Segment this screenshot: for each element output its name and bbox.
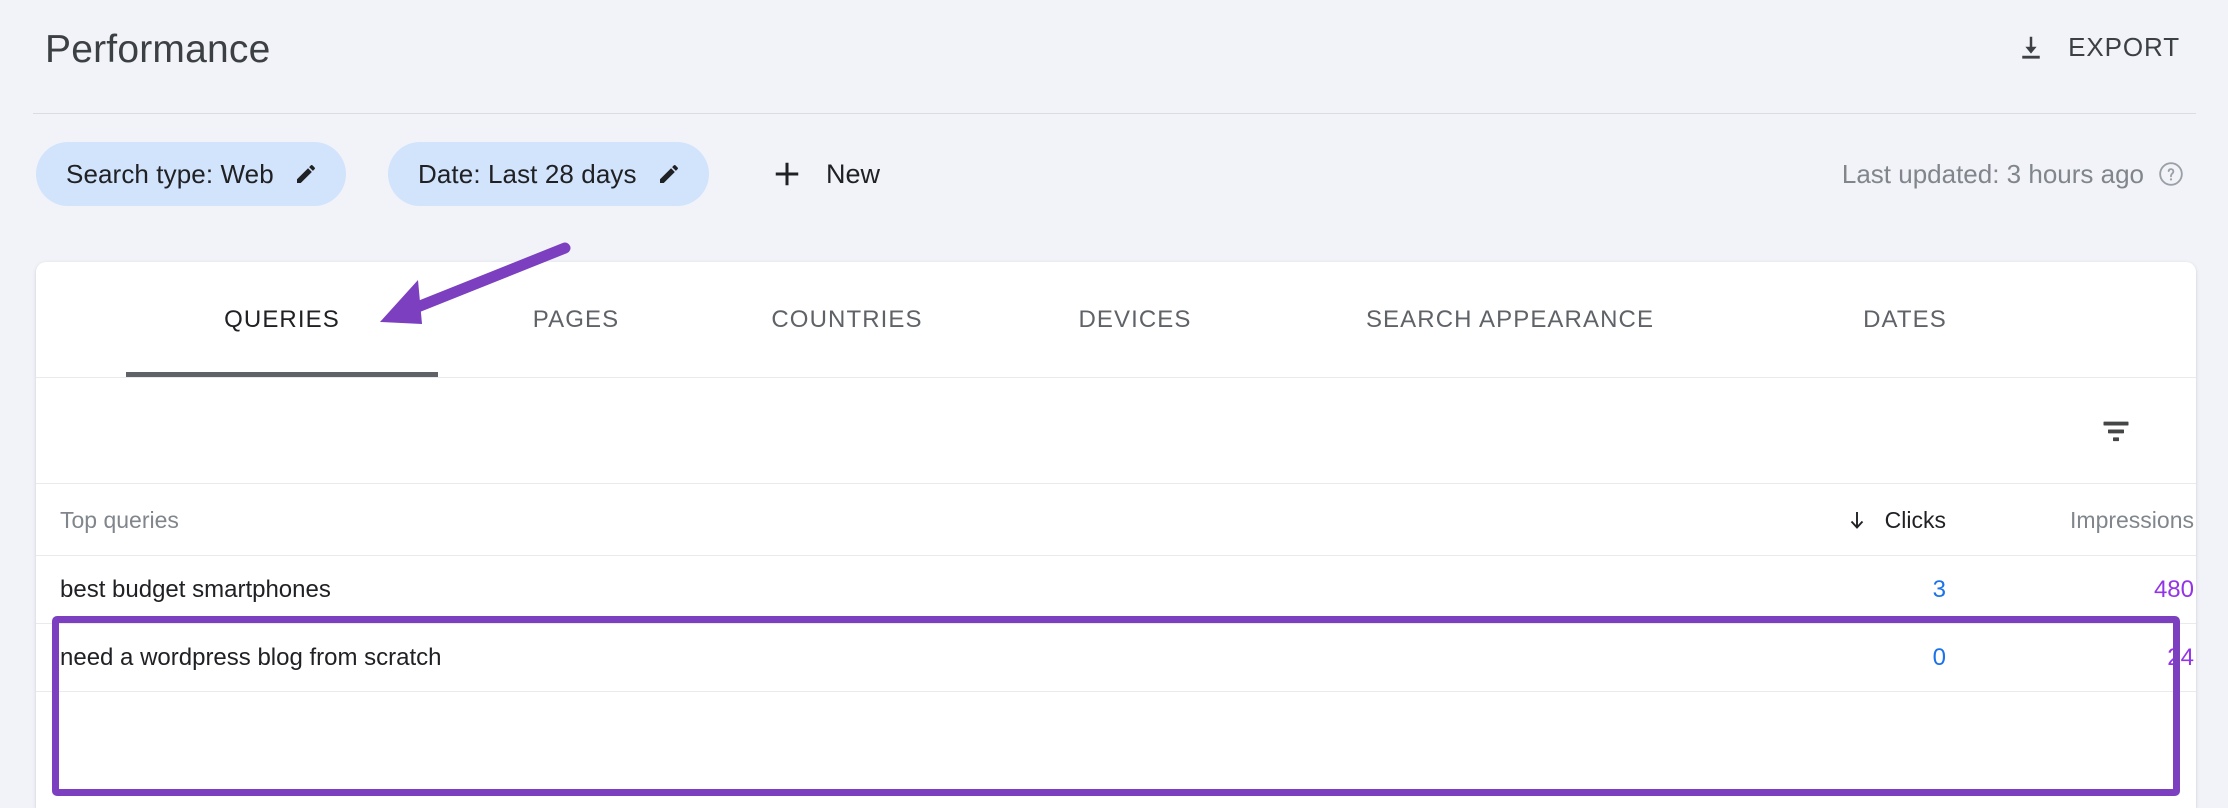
tab-countries[interactable]: COUNTRIES <box>716 262 978 377</box>
cell-impressions: 24 <box>2167 644 2194 671</box>
cell-query: best budget smartphones <box>60 576 331 603</box>
download-icon <box>2016 33 2046 63</box>
last-updated: Last updated: 3 hours ago <box>1842 142 2184 206</box>
last-updated-text: Last updated: 3 hours ago <box>1841 158 2144 189</box>
filter-chip-date[interactable]: Date: Last 28 days <box>388 142 709 206</box>
filter-icon <box>2096 411 2136 451</box>
help-circle-icon[interactable] <box>2158 161 2184 187</box>
tab-countries-label: COUNTRIES <box>771 305 923 333</box>
column-header-top-queries-label: Top queries <box>60 506 179 533</box>
filter-button[interactable] <box>2088 403 2144 459</box>
tab-devices[interactable]: DEVICES <box>1022 262 1248 377</box>
new-filter-button[interactable]: New <box>762 142 890 206</box>
arrow-down-icon <box>1845 508 1869 532</box>
header-divider <box>33 113 2196 114</box>
cell-impressions: 480 <box>2153 576 2194 603</box>
table-row[interactable]: need a wordpress blog from scratch 0 24 <box>36 624 2196 692</box>
performance-card: QUERIES PAGES COUNTRIES DEVICES SEARCH A… <box>36 262 2196 808</box>
export-label: EXPORT <box>2068 32 2180 62</box>
new-filter-label: New <box>826 158 881 189</box>
cell-clicks: 0 <box>1932 644 1946 671</box>
pencil-icon[interactable] <box>657 162 681 186</box>
column-header-clicks-label: Clicks <box>1884 506 1946 533</box>
tab-search-appearance-label: SEARCH APPEARANCE <box>1365 305 1655 333</box>
column-header-impressions[interactable]: Impressions <box>1966 484 2194 556</box>
column-header-top-queries[interactable]: Top queries <box>60 484 179 556</box>
filter-chip-date-label: Date: Last 28 days <box>418 158 637 189</box>
plus-icon <box>772 159 802 189</box>
tab-bar: QUERIES PAGES COUNTRIES DEVICES SEARCH A… <box>36 262 2196 378</box>
tab-queries-label: QUERIES <box>224 305 340 333</box>
column-header-clicks[interactable]: Clicks <box>1666 484 1946 556</box>
tab-dates[interactable]: DATES <box>1806 262 2004 377</box>
queries-table: Top queries Clicks Impressions best budg… <box>36 484 2196 692</box>
pencil-icon[interactable] <box>294 162 318 186</box>
filter-chip-search-type-label: Search type: Web <box>66 158 274 189</box>
cell-query: need a wordpress blog from scratch <box>60 644 442 671</box>
cell-clicks: 3 <box>1932 576 1946 603</box>
table-row[interactable]: best budget smartphones 3 480 <box>36 556 2196 624</box>
tab-devices-label: DEVICES <box>1078 305 1192 333</box>
page-header: Performance EXPORT <box>0 0 2228 114</box>
active-tab-underline <box>126 372 438 377</box>
performance-page: Performance EXPORT Search type: Web Date… <box>0 0 2228 808</box>
table-header-row: Top queries Clicks Impressions <box>36 484 2196 556</box>
tab-pages-label: PAGES <box>532 305 620 333</box>
tab-queries[interactable]: QUERIES <box>126 262 438 377</box>
filter-bar: Search type: Web Date: Last 28 days New … <box>0 140 2228 232</box>
tab-dates-label: DATES <box>1863 305 1947 333</box>
tab-pages[interactable]: PAGES <box>470 262 682 377</box>
tab-search-appearance[interactable]: SEARCH APPEARANCE <box>1298 262 1722 377</box>
export-button[interactable]: EXPORT <box>2012 26 2184 69</box>
column-header-impressions-label: Impressions <box>2070 506 2194 533</box>
page-title: Performance <box>45 28 271 71</box>
table-filter-row <box>36 378 2196 484</box>
filter-chip-search-type[interactable]: Search type: Web <box>36 142 346 206</box>
